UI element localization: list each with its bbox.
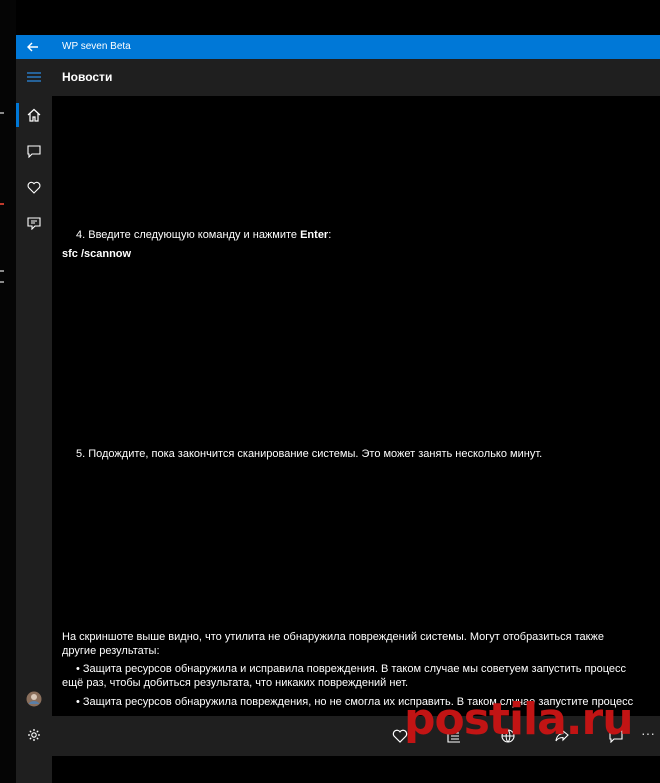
step-5-text: 5. Подождите, пока закончится сканирован… bbox=[76, 448, 543, 460]
desktop-background bbox=[0, 0, 16, 783]
home-icon bbox=[27, 108, 41, 122]
gear-icon bbox=[28, 729, 40, 741]
page-header: Новости bbox=[52, 59, 660, 96]
step-4-suffix: : bbox=[328, 229, 332, 241]
desktop-fragment bbox=[0, 281, 4, 283]
command-text: sfc /scannow bbox=[62, 248, 132, 260]
sidebar-item-favorites[interactable] bbox=[16, 169, 52, 205]
page-title: Новости bbox=[62, 70, 113, 84]
article-content: 4. Введите следующую команду и нажмите E… bbox=[52, 96, 660, 716]
more-options-button[interactable]: ··· bbox=[636, 716, 660, 756]
hamburger-icon bbox=[27, 72, 41, 82]
window-title: WP seven Beta bbox=[62, 41, 131, 52]
nav-sidebar bbox=[16, 59, 52, 783]
desktop-fragment bbox=[0, 112, 4, 114]
bullet-1-line-2: ещё раз, чтобы добиться результата, что … bbox=[62, 677, 409, 689]
sidebar-item-comments[interactable] bbox=[16, 133, 52, 169]
desktop-fragment bbox=[0, 203, 4, 205]
step-4-label: 4. Введите следующую команду и нажмите bbox=[76, 229, 301, 241]
desktop-fragment bbox=[0, 270, 4, 272]
hamburger-menu-button[interactable] bbox=[16, 59, 52, 95]
summary-paragraph-line-2: другие результаты: bbox=[62, 645, 160, 657]
watermark-logo: postila.ru bbox=[404, 694, 634, 745]
sidebar-item-home[interactable] bbox=[16, 97, 52, 133]
avatar bbox=[26, 691, 42, 707]
settings-button[interactable] bbox=[16, 717, 52, 753]
back-button[interactable] bbox=[16, 35, 50, 59]
bullet-1-line-1: • Защита ресурсов обнаружила и исправила… bbox=[76, 663, 627, 675]
summary-paragraph-line-1: На скриншоте выше видно, что утилита не … bbox=[62, 631, 604, 643]
comment-icon bbox=[27, 144, 41, 158]
account-button[interactable] bbox=[16, 681, 52, 717]
step-4-text: 4. Введите следующую команду и нажмите E… bbox=[76, 228, 331, 243]
sidebar-item-forum[interactable] bbox=[16, 205, 52, 241]
app-window: WP seven Beta Новости 4. Введите следующ… bbox=[16, 35, 660, 783]
heart-icon bbox=[27, 181, 41, 194]
back-arrow-icon bbox=[27, 42, 38, 52]
forum-icon bbox=[27, 216, 41, 230]
title-bar: WP seven Beta bbox=[16, 35, 660, 59]
enter-key-label: Enter bbox=[300, 229, 329, 241]
